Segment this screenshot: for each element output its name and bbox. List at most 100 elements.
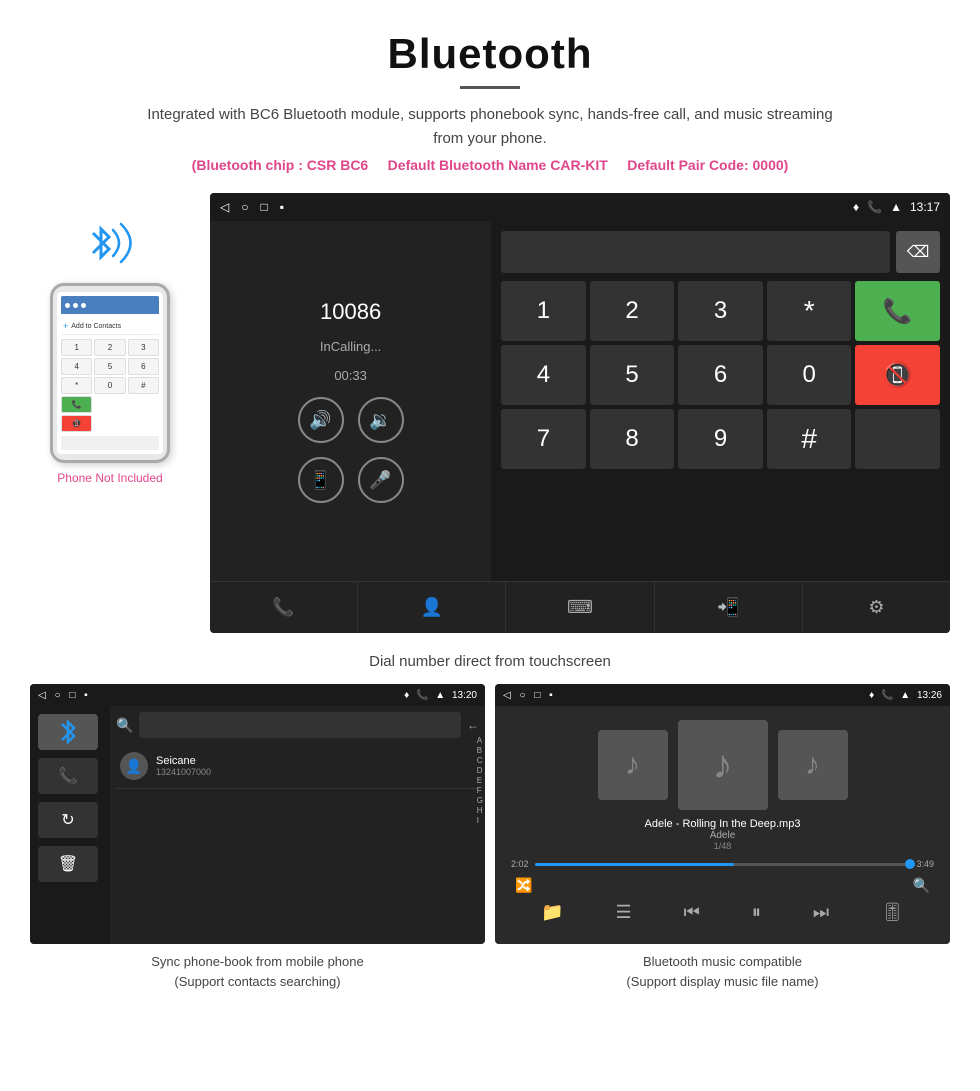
call-button[interactable]: 📞	[855, 281, 940, 341]
contact-info: Seicane 13241007000	[156, 755, 211, 777]
dialer-display	[501, 231, 890, 273]
dialer-right-panel: ⌫ 1 2 3 * 📞 4 5 6 0 📵 7 8 9 #	[491, 221, 950, 581]
pb-home-icon[interactable]: ○	[54, 690, 60, 701]
music-status-bar: ◁ ○ □ ▪ ♦ 📞 ▲ 13:26	[495, 684, 950, 706]
pb-caption: Sync phone-book from mobile phone (Suppo…	[30, 944, 485, 991]
music-caption-line1: Bluetooth music compatible	[643, 954, 802, 969]
pb-recents-icon[interactable]: □	[69, 690, 75, 701]
bottom-row: ◁ ○ □ ▪ ♦ 📞 ▲ 13:20	[0, 684, 980, 1011]
music-recents-icon[interactable]: □	[534, 690, 540, 701]
phone-bottom-bar	[61, 436, 159, 450]
home-nav-icon[interactable]: ○	[241, 200, 248, 214]
shuffle-button[interactable]: 🔀	[515, 877, 532, 894]
wifi-icon: ▲	[890, 200, 902, 214]
dialer-status-bar: ◁ ○ □ ▪ ♦ 📞 ▲ 13:17	[210, 193, 950, 221]
progress-bar[interactable]	[535, 863, 911, 866]
music-list-button[interactable]: ☰	[615, 902, 631, 923]
next-button[interactable]: ⏭	[813, 902, 829, 923]
phone-dots	[65, 303, 86, 308]
key-8[interactable]: 8	[590, 409, 675, 469]
nav-phone-button[interactable]: 📞	[210, 582, 358, 633]
music-call-icon: 📞	[881, 690, 893, 701]
pb-delete-button[interactable]: 🗑	[38, 846, 98, 882]
nav-settings-button[interactable]: ⚙	[803, 582, 950, 633]
phone-illustration: + Add to Contacts 1 2 3 4 5 6 * 0 # 📞 📵	[30, 193, 190, 485]
music-notif-icon: ▪	[549, 690, 553, 701]
main-section: + Add to Contacts 1 2 3 4 5 6 * 0 # 📞 📵	[0, 183, 980, 643]
music-search-button[interactable]: 🔍	[913, 877, 930, 894]
volume-down-button[interactable]: 🔉	[358, 397, 404, 443]
recents-nav-icon[interactable]: □	[260, 200, 267, 214]
music-time: 13:26	[917, 690, 942, 701]
pb-loc-icon: ♦	[404, 690, 409, 701]
prev-button[interactable]: ⏮	[684, 902, 700, 923]
music-item: ◁ ○ □ ▪ ♦ 📞 ▲ 13:26 ♪	[495, 684, 950, 991]
key-9[interactable]: 9	[678, 409, 763, 469]
status-left: ◁ ○ □ ▪	[220, 200, 284, 214]
nav-transfer-button[interactable]: 📲	[655, 582, 803, 633]
music-caption: Bluetooth music compatible (Support disp…	[495, 944, 950, 991]
chip-info: (Bluetooth chip : CSR BC6 Default Blueto…	[20, 157, 960, 173]
pb-bluetooth-icon[interactable]	[38, 714, 98, 750]
dialer-bottom-nav: 📞 👤 ⌨ 📲 ⚙	[210, 581, 950, 633]
key-0[interactable]: 0	[767, 345, 852, 405]
key-2[interactable]: 2	[590, 281, 675, 341]
pb-contact-row[interactable]: 👤 Seicane 13241007000	[116, 744, 479, 789]
music-albums: ♪ ♪ ♪	[598, 720, 848, 810]
pb-search-field[interactable]	[139, 712, 461, 738]
music-back-icon[interactable]: ◁	[503, 690, 511, 701]
transfer-button[interactable]: 📱	[298, 457, 344, 503]
call-status-icon: 📞	[867, 200, 882, 214]
key-hash[interactable]: #	[767, 409, 852, 469]
chip-name: Default Bluetooth Name CAR-KIT	[388, 157, 608, 173]
key-6[interactable]: 6	[678, 345, 763, 405]
end-call-button[interactable]: 📵	[855, 345, 940, 405]
dialer-body: 10086 InCalling... 00:33 🔊 🔉 📱 🎤 ⌫	[210, 221, 950, 581]
music-home-icon[interactable]: ○	[519, 690, 525, 701]
key-7[interactable]: 7	[501, 409, 586, 469]
dialer-controls: 🔊 🔉	[298, 397, 404, 443]
music-info: Adele - Rolling In the Deep.mp3 Adele 1/…	[645, 818, 801, 851]
dialer-left-panel: 10086 InCalling... 00:33 🔊 🔉 📱 🎤	[210, 221, 491, 581]
keypad-grid: 1 2 3 * 📞 4 5 6 0 📵 7 8 9 #	[501, 281, 940, 469]
pb-call-icon: 📞	[416, 690, 428, 701]
nav-contacts-button[interactable]: 👤	[358, 582, 506, 633]
play-pause-button[interactable]: ⏸	[752, 902, 761, 923]
music-note-left: ♪	[625, 748, 640, 782]
mute-button[interactable]: 🎤	[358, 457, 404, 503]
status-time: 13:17	[910, 200, 940, 214]
key-4[interactable]: 4	[501, 345, 586, 405]
pb-back-icon[interactable]: ◁	[38, 690, 46, 701]
pb-alphabet: A B C D E F G H I	[477, 736, 483, 825]
pb-main: 🔍 ← A B C D E F G H I	[110, 706, 485, 944]
pb-notif-icon: ▪	[84, 690, 88, 701]
key-1[interactable]: 1	[501, 281, 586, 341]
nav-keypad-button[interactable]: ⌨	[506, 582, 654, 633]
dialer-caption: Dial number direct from touchscreen	[0, 643, 980, 684]
pb-time: 13:20	[452, 690, 477, 701]
back-nav-icon[interactable]: ◁	[220, 200, 229, 214]
backspace-button[interactable]: ⌫	[896, 231, 940, 273]
key-5[interactable]: 5	[590, 345, 675, 405]
key-3[interactable]: 3	[678, 281, 763, 341]
pb-caption-line1: Sync phone-book from mobile phone	[151, 954, 363, 969]
pb-sync-button[interactable]: ↻	[38, 802, 98, 838]
equalizer-button[interactable]: 🎚	[881, 902, 904, 923]
music-loc-icon: ♦	[869, 690, 874, 701]
progress-dot	[905, 859, 915, 869]
pb-call-sidebar-button[interactable]: 📞	[38, 758, 98, 794]
notification-icon: ▪	[280, 200, 284, 214]
pb-back-arrow[interactable]: ←	[467, 718, 479, 732]
music-artist: Adele	[645, 830, 801, 841]
subtitle-text: Integrated with BC6 Bluetooth module, su…	[140, 103, 840, 151]
call-status: InCalling...	[320, 339, 381, 354]
key-star[interactable]: *	[767, 281, 852, 341]
android-dialer-screen: ◁ ○ □ ▪ ♦ 📞 ▲ 13:17 10086 InCalling... 0…	[210, 193, 950, 633]
volume-up-button[interactable]: 🔊	[298, 397, 344, 443]
pb-status-bar: ◁ ○ □ ▪ ♦ 📞 ▲ 13:20	[30, 684, 485, 706]
music-folder-button[interactable]: 📁	[541, 902, 563, 923]
time-total: 3:49	[916, 859, 934, 869]
music-note-main: ♪	[713, 743, 733, 788]
dialer-controls-2: 📱 🎤	[298, 457, 404, 503]
music-extra-controls: 🔀 🔍	[505, 877, 940, 894]
